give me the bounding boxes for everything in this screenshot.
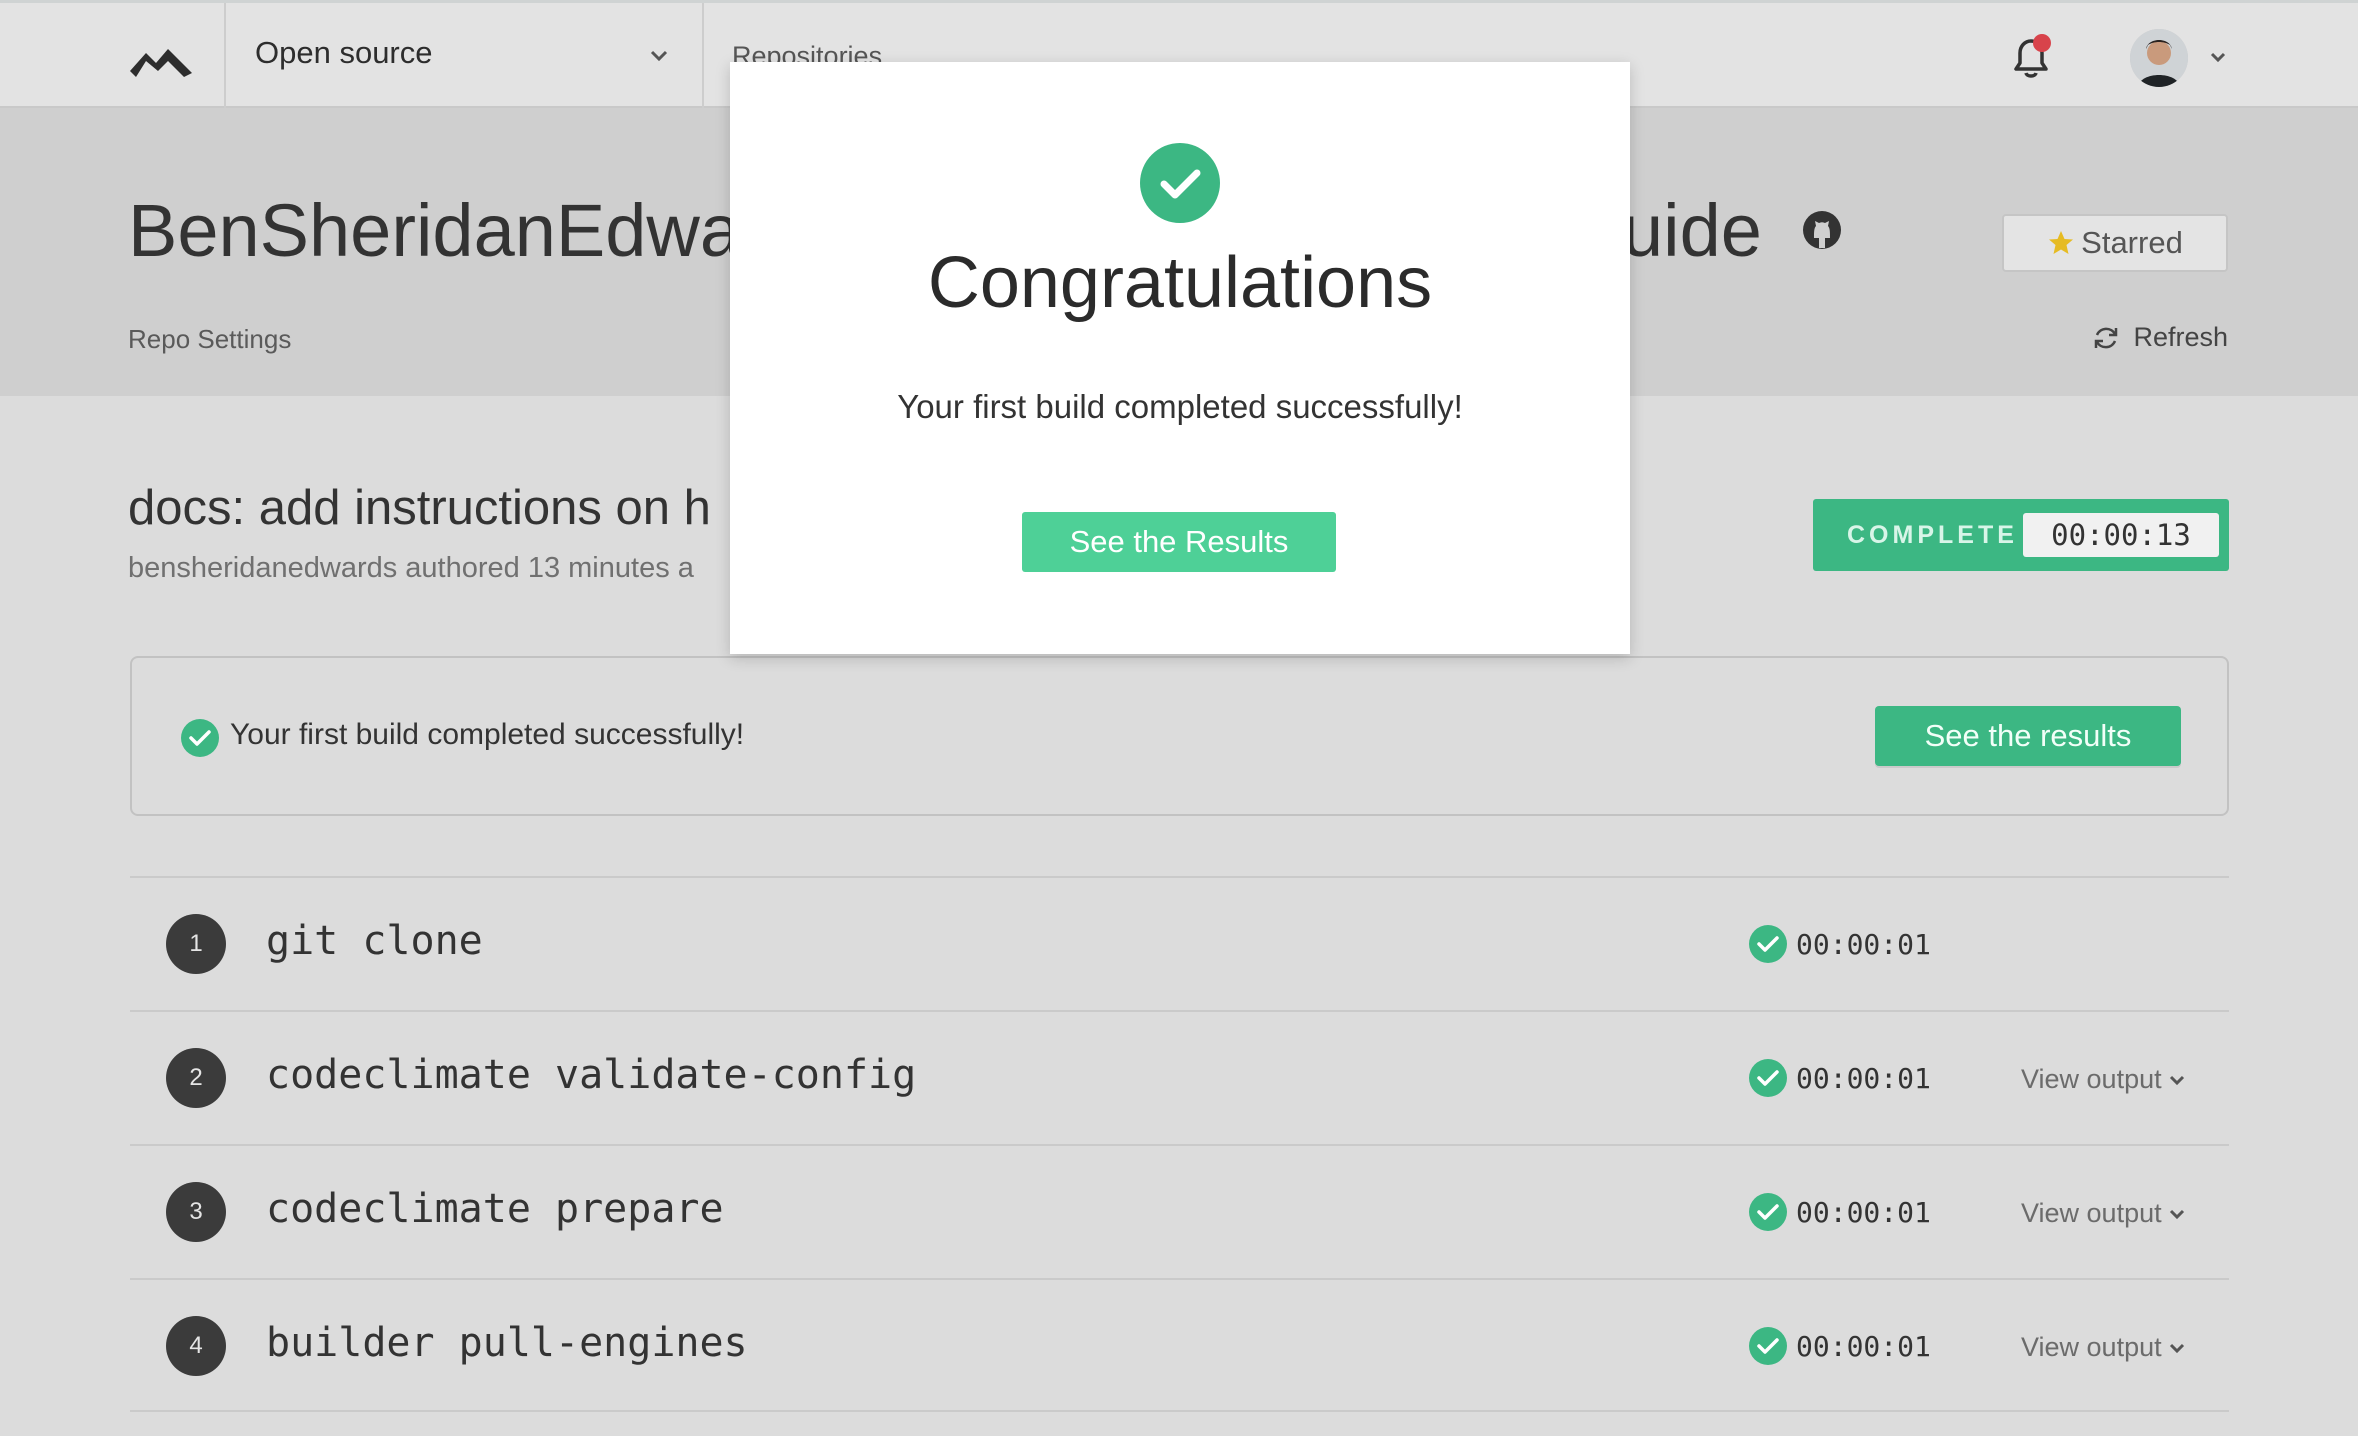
nav-divider [702, 3, 704, 109]
check-circle-icon [1749, 925, 1787, 963]
step-command: codeclimate validate-config [266, 1052, 917, 1098]
status-label: COMPLETE [1847, 521, 2018, 549]
step-duration: 00:00:01 [1796, 1330, 1931, 1363]
check-circle-icon [181, 719, 219, 757]
check-circle-icon [1749, 1193, 1787, 1231]
refresh-icon [2095, 327, 2118, 348]
view-output-toggle[interactable]: View output [2021, 1064, 2186, 1095]
view-output-toggle[interactable]: View output [2021, 1198, 2186, 1229]
org-select[interactable]: Open source [255, 35, 433, 71]
congratulations-modal: Congratulations Your first build complet… [730, 62, 1630, 654]
modal-text: Your first build completed successfully! [897, 388, 1463, 425]
notification-dot [2033, 34, 2051, 52]
build-step: 2 codeclimate validate-config 00:00:01 V… [130, 1010, 2229, 1144]
star-button[interactable]: Starred [2002, 214, 2228, 272]
view-output-label: View output [2021, 1198, 2162, 1228]
repo-settings-link[interactable]: Repo Settings [128, 324, 291, 355]
chevron-down-icon[interactable] [2208, 47, 2228, 67]
refresh-label: Refresh [2133, 322, 2228, 352]
star-icon [2049, 231, 2074, 254]
chevron-down-icon[interactable] [648, 45, 670, 67]
codeclimate-logo-icon[interactable] [128, 39, 194, 79]
check-circle-icon [1749, 1059, 1787, 1097]
step-duration: 00:00:01 [1796, 928, 1931, 961]
view-output-label: View output [2021, 1332, 2162, 1362]
chevron-down-icon [2169, 1343, 2184, 1353]
nav-divider [224, 3, 226, 109]
step-duration: 00:00:01 [1796, 1062, 1931, 1095]
github-icon[interactable] [1800, 208, 1844, 252]
repo-title-end: uide [1622, 189, 1762, 272]
see-results-button[interactable]: See the results [1875, 706, 2181, 766]
success-banner: Your first build completed successfully!… [130, 656, 2229, 816]
status-badge: COMPLETE 00:00:13 [1813, 499, 2229, 571]
step-command: git clone [266, 918, 483, 964]
step-command: builder pull-engines [266, 1320, 748, 1366]
step-number: 4 [166, 1316, 226, 1376]
refresh-button[interactable]: Refresh [2091, 322, 2228, 353]
chevron-down-icon [2169, 1209, 2184, 1219]
chevron-down-icon [2169, 1075, 2184, 1085]
build-steps: 1 git clone 00:00:01 2 codeclimate valid… [130, 876, 2229, 1412]
step-number: 2 [166, 1048, 226, 1108]
repo-title: BenSheridanEdwar [128, 189, 766, 272]
build-step: 1 git clone 00:00:01 [130, 876, 2229, 1010]
commit-title: docs: add instructions on h [128, 481, 711, 535]
step-duration: 00:00:01 [1796, 1196, 1931, 1229]
check-circle-icon [1140, 143, 1220, 223]
view-output-label: View output [2021, 1064, 2162, 1094]
modal-title: Congratulations [927, 243, 1433, 323]
step-command: codeclimate prepare [266, 1186, 724, 1232]
build-step: 4 builder pull-engines 00:00:01 View out… [130, 1278, 2229, 1412]
star-label: Starred [2081, 225, 2183, 260]
bell-icon[interactable] [2006, 31, 2056, 83]
commit-meta: bensheridanedwards authored 13 minutes a [128, 552, 694, 584]
banner-text: Your first build completed successfully! [230, 718, 745, 751]
step-number: 1 [166, 914, 226, 974]
status-duration: 00:00:13 [2023, 513, 2219, 557]
see-the-results-button[interactable]: See the Results [1022, 512, 1336, 572]
build-step: 3 codeclimate prepare 00:00:01 View outp… [130, 1144, 2229, 1278]
step-number: 3 [166, 1182, 226, 1242]
view-output-toggle[interactable]: View output [2021, 1332, 2186, 1363]
check-circle-icon [1749, 1327, 1787, 1365]
avatar[interactable] [2130, 29, 2188, 87]
